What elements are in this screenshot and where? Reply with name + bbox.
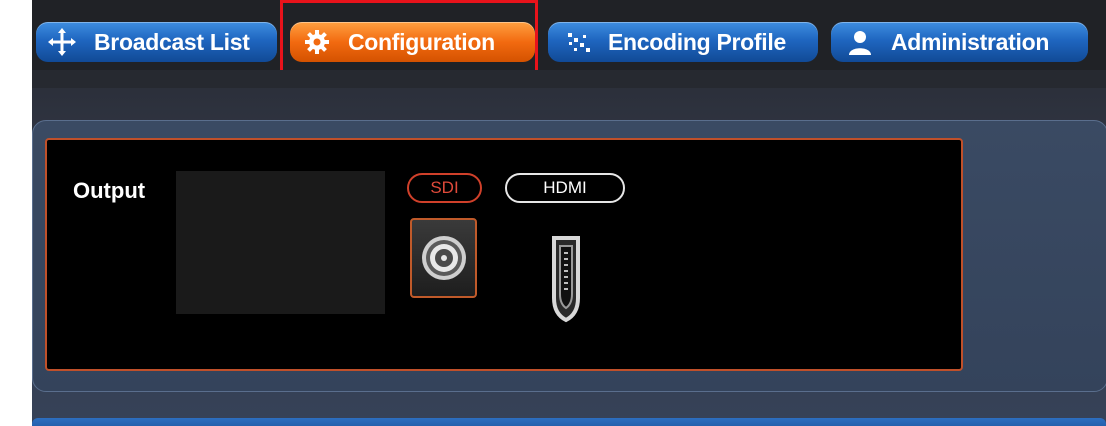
tab-broadcast-list[interactable]: Broadcast List [36,22,277,62]
next-section-header [32,418,1106,426]
sdi-button[interactable]: SDI [407,173,482,203]
top-nav-bar: Broadcast List Configuration Encoding Pr… [32,0,1106,77]
hdmi-button[interactable]: HDMI [505,173,625,203]
output-panel: Output SDI HDMI [45,138,963,371]
app-window: Broadcast List Configuration Encoding Pr… [32,0,1106,426]
user-icon [847,29,873,55]
nav-divider [32,70,1106,88]
sdi-connector[interactable] [410,218,477,298]
move-arrows-icon [48,28,76,56]
tab-administration[interactable]: Administration [831,22,1088,62]
output-label: Output [73,178,146,203]
bnc-connector-icon [419,233,469,283]
tab-label: Administration [891,28,1050,55]
output-preview [176,171,385,314]
hdmi-port-icon [546,228,586,324]
encoding-dots-icon [566,29,592,55]
tab-label: Configuration [348,28,495,55]
tab-encoding-profile[interactable]: Encoding Profile [548,22,818,62]
tab-label: Broadcast List [94,28,250,55]
tab-label: Encoding Profile [608,28,786,55]
hdmi-connector[interactable] [543,228,588,324]
gear-icon [304,29,330,55]
tab-configuration[interactable]: Configuration [290,22,535,62]
